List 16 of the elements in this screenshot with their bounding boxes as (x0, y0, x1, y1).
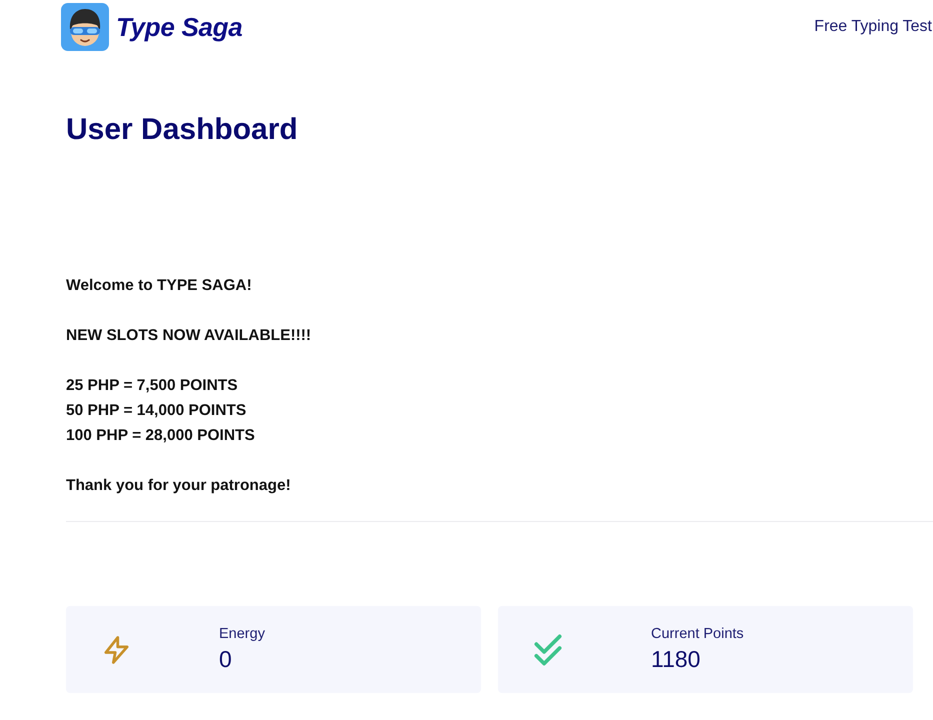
announcement-line: 50 PHP = 14,000 POINTS (66, 401, 248, 421)
double-check-icon (534, 634, 562, 666)
announcement-line: 100 PHP = 28,000 POINTS (66, 426, 256, 446)
page-title: User Dashboard (66, 113, 299, 147)
nav-link[interactable]: Free Typing Test (814, 18, 933, 36)
cartoon-avatar-logo-icon (61, 3, 109, 51)
stat-value: 1180 (651, 645, 702, 674)
announcement-line: Thank you for your patronage! (66, 476, 292, 496)
announcement-line: Welcome to TYPE SAGA! (66, 276, 253, 296)
logo-wordmark: Type Saga (116, 12, 242, 42)
announcement-line: NEW SLOTS NOW AVAILABLE!!!! (66, 326, 312, 346)
stat-label: Energy (219, 625, 265, 644)
stat-value: 0 (219, 645, 233, 674)
lightning-bolt-icon (104, 636, 128, 664)
announcement-line: 25 PHP = 7,500 POINTS (66, 376, 239, 396)
stat-label: Current Points (651, 625, 744, 644)
